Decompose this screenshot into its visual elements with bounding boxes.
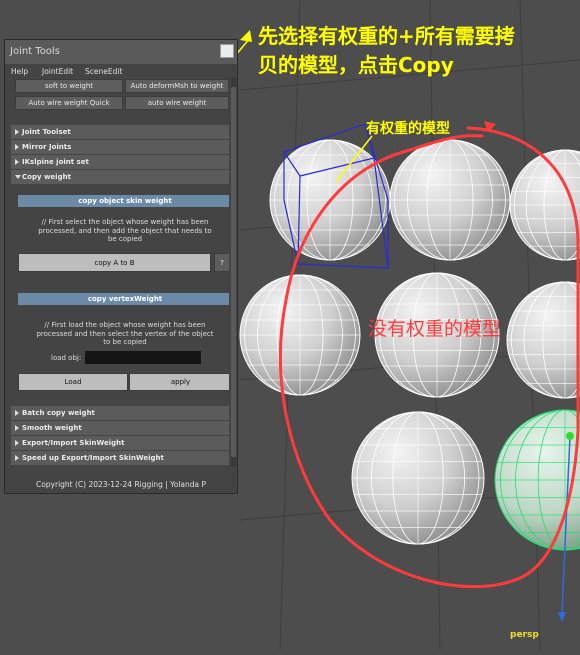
- scroll-thumb[interactable]: [231, 87, 236, 457]
- annotation-top-line1: 先选择有权重的+所有需要拷: [258, 24, 515, 48]
- section-label: Batch copy weight: [22, 409, 95, 417]
- desc-line: // First load the object whose weight ha…: [44, 321, 206, 329]
- wireframe-sphere: [351, 411, 485, 545]
- load-obj-field[interactable]: [85, 351, 201, 364]
- section-label: Smooth weight: [22, 424, 82, 432]
- load-button[interactable]: Load: [18, 373, 128, 391]
- annotation-top: 先选择有权重的+所有需要拷 贝的模型，点击Copy: [258, 22, 515, 80]
- section-speed-up[interactable]: Speed up Export/Import SkinWeight: [11, 451, 229, 465]
- menu-sceneedit[interactable]: SceneEdit: [85, 67, 122, 76]
- copy-vertex-header: copy vertexWeight: [18, 293, 229, 305]
- section-batch-copy[interactable]: Batch copy weight: [11, 406, 229, 420]
- wireframe-sphere: [506, 281, 580, 399]
- menu-bar: Help JointEdit SceneEdit: [5, 64, 237, 77]
- expand-arrow-icon: [15, 144, 19, 150]
- section-label: Export/Import SkinWeight: [22, 439, 125, 447]
- section-label: IKslpine joint set: [22, 158, 89, 166]
- apply-button[interactable]: apply: [129, 373, 229, 391]
- section-smooth[interactable]: Smooth weight: [11, 421, 229, 435]
- wireframe-sphere: [389, 139, 511, 261]
- desc-line: // First select the object whose weight …: [41, 218, 209, 226]
- arrow-head-top: [240, 30, 252, 42]
- camera-label: persp: [510, 630, 539, 640]
- auto-wire-quick-button[interactable]: Auto wire weight Quick: [15, 96, 123, 110]
- annotation-unweighted: 没有权重的模型: [368, 318, 502, 340]
- tool-content: soft to weight Auto deformMsh to weight …: [8, 77, 229, 467]
- section-label: Joint Toolset: [22, 128, 71, 136]
- expand-arrow-icon: [15, 129, 19, 135]
- wireframe-sphere: [509, 149, 580, 261]
- section-joint-toolset[interactable]: Joint Toolset: [11, 125, 229, 139]
- menu-help[interactable]: Help: [11, 67, 28, 76]
- annotation-weighted: 有权重的模型: [366, 121, 450, 137]
- soft-to-weight-button[interactable]: soft to weight: [15, 79, 123, 93]
- expand-arrow-icon: [15, 425, 19, 431]
- copy-object-description: // First select the object whose weight …: [18, 218, 229, 244]
- joint-tools-window: Joint Tools Help JointEdit SceneEdit sof…: [4, 39, 238, 494]
- desc-line: processed, and then add the object that …: [38, 226, 212, 235]
- menu-jointedit[interactable]: JointEdit: [42, 67, 73, 76]
- section-copy-weight[interactable]: Copy weight: [11, 170, 229, 184]
- copy-a-to-b-button[interactable]: copy A to B: [18, 253, 211, 272]
- annotation-top-line2: 贝的模型，点击Copy: [258, 53, 454, 77]
- expand-arrow-icon: [15, 159, 19, 165]
- copy-object-header: copy object skin weight: [18, 195, 229, 207]
- copy-vertex-description: // First load the object whose weight ha…: [18, 321, 229, 347]
- auto-wire-button[interactable]: auto wire weight: [125, 96, 229, 110]
- title-bar[interactable]: Joint Tools: [5, 40, 237, 64]
- section-export-import[interactable]: Export/Import SkinWeight: [11, 436, 229, 450]
- expand-arrow-icon: [15, 455, 19, 461]
- section-ikspline[interactable]: IKslpine joint set: [11, 155, 229, 169]
- scrollbar[interactable]: [231, 77, 236, 467]
- desc-line: be copied: [107, 235, 143, 243]
- wireframe-sphere: [239, 274, 361, 396]
- section-label: Mirror Joints: [22, 143, 72, 151]
- load-obj-label: load obj:: [51, 354, 82, 362]
- section-label: Speed up Export/Import SkinWeight: [22, 454, 164, 462]
- expand-arrow-icon: [15, 410, 19, 416]
- copyright-footer: Copyright (C) 2023-12-24 Rigging | Yolan…: [35, 480, 207, 489]
- help-button[interactable]: ?: [214, 253, 229, 272]
- section-label: Copy weight: [22, 173, 71, 181]
- desc-line: to be copied: [103, 338, 147, 346]
- auto-deform-button[interactable]: Auto deformMsh to weight: [125, 79, 229, 93]
- collapse-arrow-icon: [15, 175, 21, 179]
- close-button[interactable]: [220, 44, 234, 58]
- desc-line: processed and then select the vertex of …: [36, 329, 214, 338]
- section-mirror-joints[interactable]: Mirror Joints: [11, 140, 229, 154]
- window-title: Joint Tools: [10, 46, 60, 57]
- expand-arrow-icon: [15, 440, 19, 446]
